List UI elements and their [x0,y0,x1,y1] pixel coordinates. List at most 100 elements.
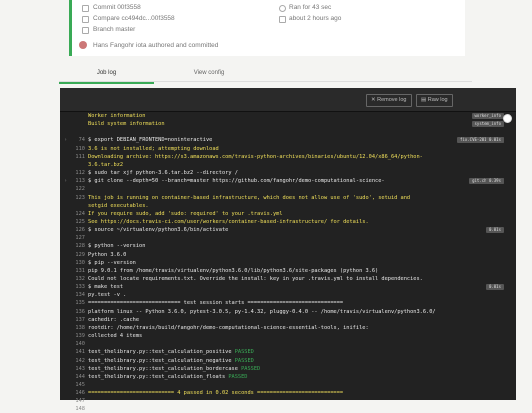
line-number[interactable]: 111 [65,153,85,161]
job-log-panel: ✕ Remove log ▤ Raw log Worker informatio… [60,88,516,412]
log-line: 146 =========================== 4 passed … [60,389,516,397]
line-number[interactable]: 132 [65,275,85,283]
fold-arrow-icon[interactable]: › [64,177,67,185]
line-number[interactable]: 147 [65,397,85,405]
log-line: 126 $ source ~/virtualenv/python3.6/bin/a… [60,226,516,234]
line-number[interactable]: 125 [65,218,85,226]
line-number[interactable]: 136 [65,308,85,316]
log-line: 113 › $ git clone --depth=50 --branch=mast… [60,177,516,185]
log-text: pip 9.0.1 from /home/travis/virtualenv/p… [88,267,379,274]
log-text: See https://docs.travis-ci.com/user/work… [88,218,369,225]
log-line: 134 py.test -v . [60,291,516,299]
fold-arrow-icon[interactable]: › [64,136,67,144]
line-number[interactable]: 148 [65,405,85,413]
line-number[interactable]: 110 [65,145,85,153]
log-line: 123 This job is running on container-base… [60,194,516,202]
line-number[interactable]: 74 [65,136,85,144]
line-number[interactable]: 126 [65,226,85,234]
tab-view-config[interactable]: View config [159,66,259,82]
line-number[interactable]: 122 [65,185,85,193]
remove-log-button[interactable]: ✕ Remove log [366,94,412,107]
log-line: 110 3.6 is not installed; attempting down… [60,145,516,153]
line-number[interactable]: 143 [65,365,85,373]
calendar-icon [279,16,286,23]
job-tabs: Job log View config [59,66,472,84]
line-number[interactable]: 141 [65,348,85,356]
line-number[interactable]: 123 [65,194,85,202]
log-line: Build system information system_info [60,120,516,128]
log-text: $ pip --version [88,259,136,266]
finished-time-text: about 2 hours ago [289,15,342,22]
fold-badge[interactable]: system_info [471,121,504,128]
tab-job-log[interactable]: Job log [59,66,154,84]
log-text: test_thelibrary.py::test_calculation_neg… [88,357,254,364]
log-line: 136 platform linux -- Python 3.6.0, pytes… [60,308,516,316]
log-text: Worker information [88,113,146,119]
compare-link[interactable]: Compare cc494dc...00f3558 [93,15,175,22]
line-number[interactable]: 142 [65,357,85,365]
log-text: =========================== 4 passed in … [88,390,344,397]
line-number[interactable]: 124 [65,210,85,218]
log-text: 3.6 is not installed; attempting downloa… [88,145,219,152]
line-number[interactable]: 113 [65,177,85,185]
log-text: $ make test [88,284,124,291]
log-text: This job is running on container-based i… [88,194,411,201]
line-number[interactable]: 128 [65,242,85,250]
line-number[interactable]: 131 [65,267,85,275]
line-number[interactable]: 137 [65,316,85,324]
log-line: 133 $ make test 0.01s [60,283,516,291]
raw-log-button[interactable]: ▤ Raw log [416,94,453,107]
log-line: 131 pip 9.0.1 from /home/travis/virtualen… [60,267,516,275]
line-number[interactable]: 139 [65,332,85,340]
branch-link[interactable]: Branch master [93,26,135,33]
author-text: Hans Fangohr iota authored and committed [93,42,219,49]
log-text: $ git clone --depth=50 --branch=master h… [88,178,385,185]
log-text: $ sudo tar xjf python-3.6.tar.bz2 --dire… [88,170,238,177]
log-line: 138 rootdir: /home/travis/build/fangohr/d… [60,324,516,332]
passed-status: PASSED [234,349,254,356]
log-text: setgid executables. [88,202,149,209]
log-line: 129 Python 3.6.0 [60,251,516,259]
line-number[interactable]: 134 [65,291,85,299]
commit-link[interactable]: Commit 00f3558 [93,4,141,11]
timing-badge: 0.01s [485,284,504,291]
log-line: 124 If you require sudo, add 'sudo: requi… [60,210,516,218]
line-number[interactable]: 127 [65,234,85,242]
line-number[interactable]: 144 [65,373,85,381]
scroll-to-top-button[interactable] [503,114,512,123]
line-number[interactable]: 129 [65,251,85,259]
log-text: Downloading archive: https://s3.amazonaw… [88,153,423,160]
timing-badge: 0.01s [485,227,504,234]
log-text: test_thelibrary.py::test_calculation_bor… [88,365,261,372]
log-line: 144 test_thelibrary.py::test_calculation_… [60,373,516,381]
raw-log-label: Raw log [427,97,448,103]
compare-icon [82,16,89,23]
line-number[interactable]: 112 [65,169,85,177]
log-text: If you require sudo, add 'sudo: required… [88,210,283,217]
log-text: $ python --version [88,243,146,250]
log-text: Build system information [88,121,165,128]
log-line: 143 test_thelibrary.py::test_calculation_… [60,365,516,373]
log-line: 132 Could not locate requirements.txt. Ov… [60,275,516,283]
passed-status: PASSED [241,365,261,372]
log-line: 130 $ pip --version [60,259,516,267]
passed-status: PASSED [234,357,254,364]
log-line: setgid executables. [60,202,516,210]
line-number[interactable]: 135 [65,299,85,307]
log-text: platform linux -- Python 3.6.0, pytest-3… [88,308,436,315]
log-text: test_thelibrary.py::test_calculation_flo… [88,373,248,380]
line-number[interactable]: 133 [65,283,85,291]
line-number[interactable]: 130 [65,259,85,267]
line-number[interactable]: 146 [65,389,85,397]
log-text: $ export DEBIAN_FRONTEND=noninteractive [88,137,213,144]
line-number[interactable]: 140 [65,340,85,348]
log-line: 139 collected 4 items [60,332,516,340]
line-number[interactable]: 145 [65,381,85,389]
fold-badge[interactable]: worker_info [471,113,504,119]
log-line: 74 › $ export DEBIAN_FRONTEND=noninteracti… [60,136,516,144]
line-number[interactable]: 138 [65,324,85,332]
log-line: 135 ============================= test se… [60,299,516,307]
log-line: 127 [60,234,516,242]
log-text: Could not locate requirements.txt. Overr… [88,276,423,282]
